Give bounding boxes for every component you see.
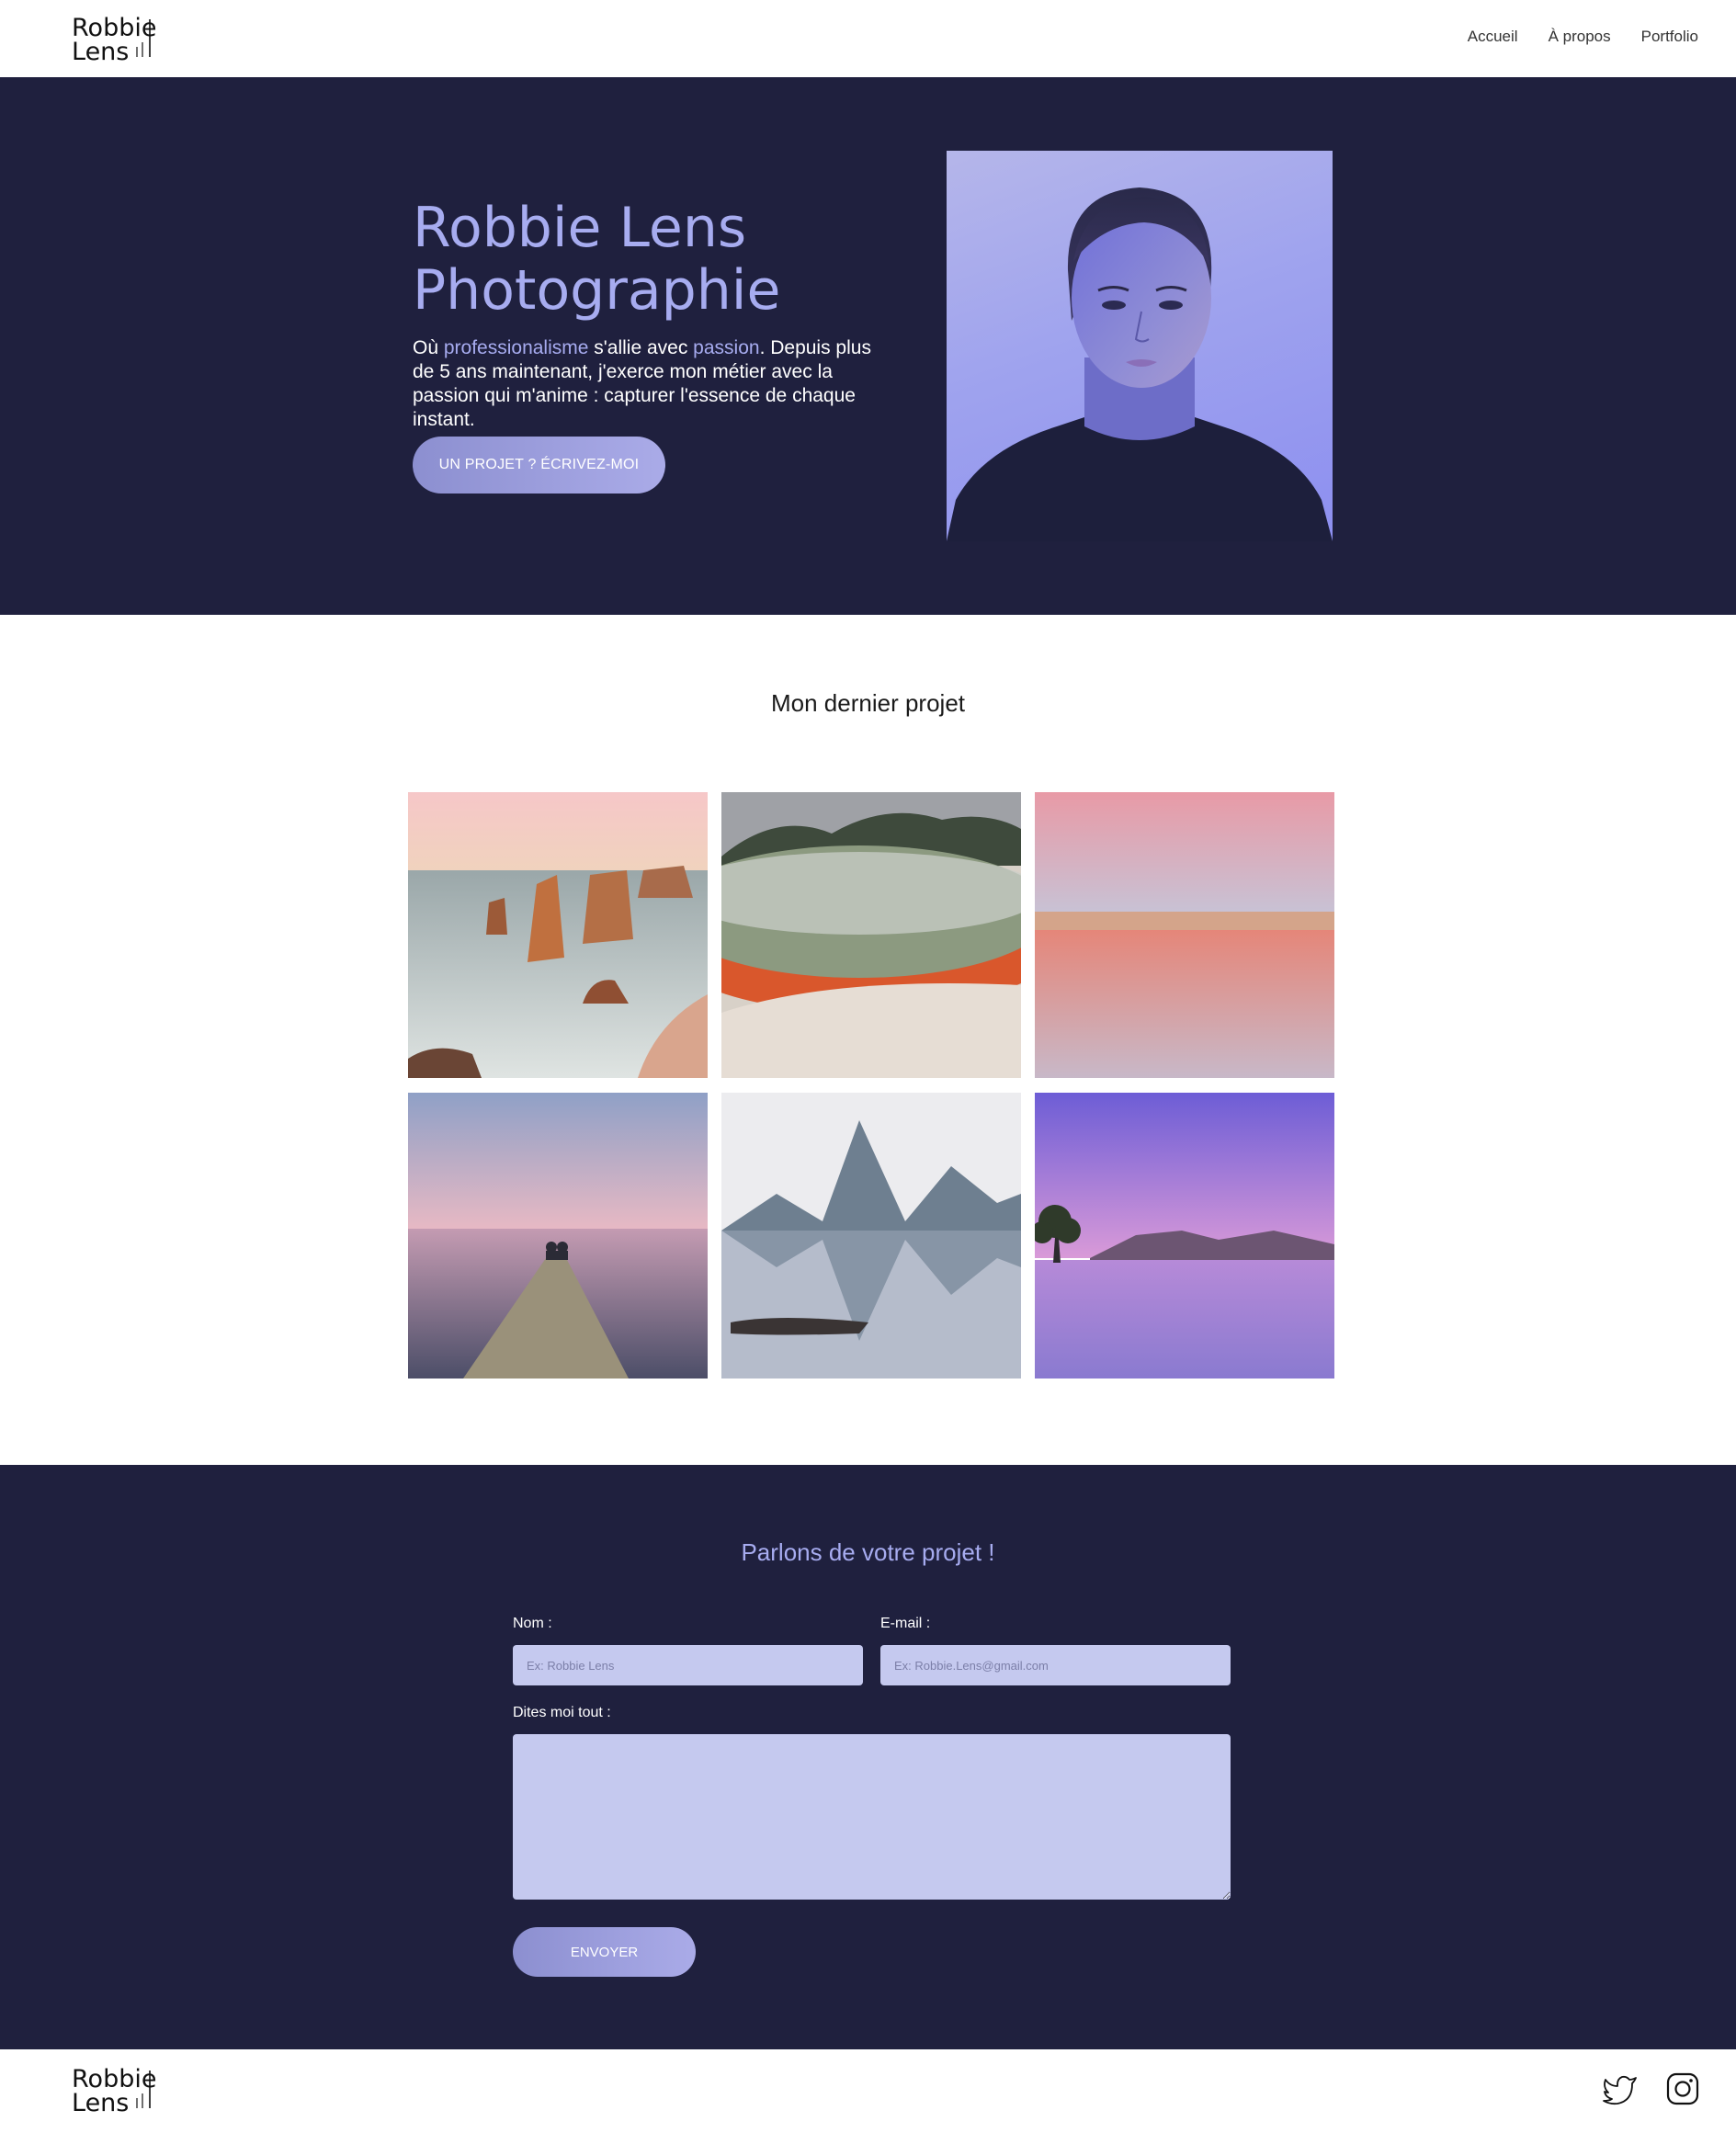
email-label: E-mail : bbox=[880, 1616, 931, 1631]
portrait-photo bbox=[947, 151, 1333, 541]
twitter-icon[interactable] bbox=[1601, 2070, 1640, 2108]
name-label: Nom : bbox=[513, 1616, 552, 1631]
hero-accent-passion: passion bbox=[693, 337, 760, 358]
gallery-photo-pier[interactable] bbox=[408, 1093, 708, 1379]
portrait-illustration bbox=[947, 187, 1333, 541]
gallery-photo-pink-beach[interactable] bbox=[1035, 792, 1334, 1078]
footer-brand-logo[interactable]: Robbie Lens bbox=[72, 2067, 164, 2116]
gallery-photo-lake-tree[interactable] bbox=[1035, 1093, 1334, 1379]
contact-cta-button[interactable]: UN PROJET ? ÉCRIVEZ-MOI bbox=[413, 437, 665, 494]
hero-text-part-2: s'allie avec bbox=[588, 337, 694, 358]
hero-section: Robbie Lens Photographie Où professional… bbox=[0, 77, 1736, 615]
gallery-photo-hot-spring[interactable] bbox=[721, 792, 1021, 1078]
project-section-title: Mon dernier projet bbox=[771, 689, 965, 717]
hero-title-line-2: Photographie bbox=[413, 258, 781, 323]
hero-accent-professionalism: professionalisme bbox=[443, 337, 589, 358]
name-input[interactable] bbox=[513, 1645, 863, 1685]
logo-bars-icon bbox=[136, 19, 151, 57]
nav-home[interactable]: Accueil bbox=[1468, 28, 1518, 46]
hero-title-line-1: Robbie Lens bbox=[413, 196, 747, 260]
main-nav: Accueil À propos Portfolio bbox=[1468, 28, 1698, 46]
brand-logo[interactable]: Robbie Lens bbox=[72, 16, 164, 64]
contact-section: Parlons de votre projet ! Nom : E-mail :… bbox=[0, 1465, 1736, 2049]
nav-about[interactable]: À propos bbox=[1549, 28, 1611, 46]
contact-title: Parlons de votre projet ! bbox=[741, 1538, 995, 1566]
hero-text-part-1: Où bbox=[413, 337, 444, 358]
hero-description: Où professionalisme s'allie avec passion… bbox=[413, 336, 872, 432]
email-input[interactable] bbox=[880, 1645, 1231, 1685]
gallery-photo-mountains[interactable] bbox=[721, 1093, 1021, 1379]
hero-title: Robbie Lens Photographie bbox=[413, 197, 927, 322]
message-label: Dites moi tout : bbox=[513, 1705, 611, 1720]
site-header: Robbie Lens Accueil À propos Portfolio bbox=[0, 0, 1736, 77]
instagram-icon[interactable] bbox=[1663, 2070, 1702, 2108]
footer-logo-bars-icon bbox=[136, 2071, 151, 2108]
gallery-photo-sea-stacks[interactable] bbox=[408, 792, 708, 1078]
send-button[interactable]: ENVOYER bbox=[513, 1927, 696, 1977]
project-gallery bbox=[408, 792, 1337, 1379]
message-textarea[interactable] bbox=[513, 1734, 1231, 1900]
site-footer: Robbie Lens bbox=[0, 2049, 1736, 2133]
nav-portfolio[interactable]: Portfolio bbox=[1641, 28, 1698, 46]
